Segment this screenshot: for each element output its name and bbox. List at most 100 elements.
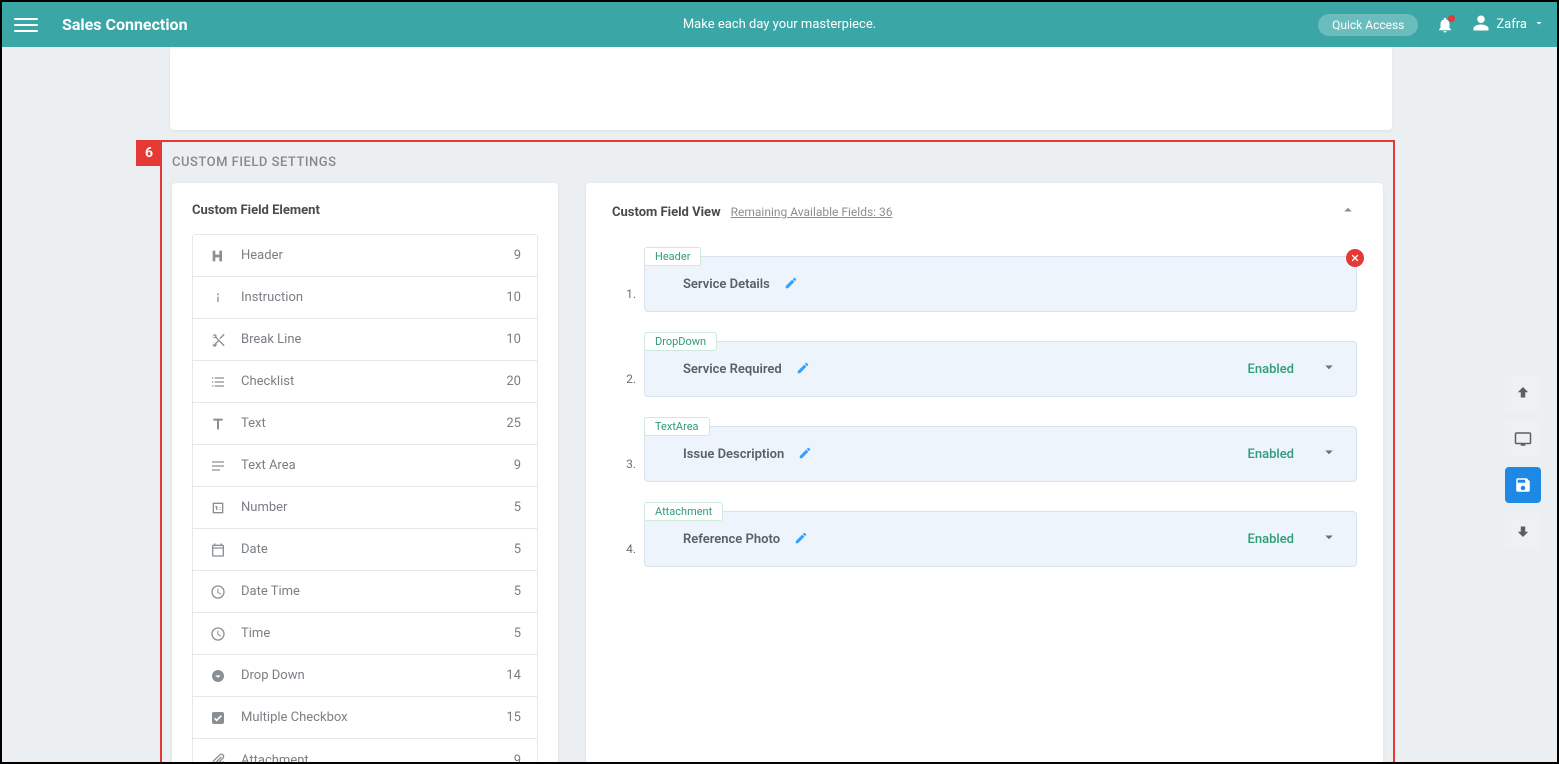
field-body[interactable]: Service Details — [644, 256, 1357, 312]
custom-field-view-title: Custom Field View — [612, 205, 721, 220]
element-count: 9 — [514, 458, 521, 473]
floating-toolbar — [1505, 375, 1541, 549]
element-label: Text Area — [241, 458, 296, 473]
field-block: Header 1. Service Details — [612, 245, 1357, 312]
step-badge: 6 — [136, 140, 162, 166]
element-count: 14 — [506, 668, 521, 683]
custom-field-element-card: Custom Field Element Header 9 Instruction 1… — [172, 183, 558, 762]
element-label: Time — [241, 626, 270, 641]
field-type-tag: Header — [644, 247, 701, 266]
custom-field-element-title: Custom Field Element — [192, 203, 538, 218]
user-menu[interactable]: Zafra — [1472, 14, 1545, 36]
element-count: 9 — [514, 753, 521, 763]
scissors-icon — [207, 332, 229, 348]
top-bar: Sales Connection Make each day your mast… — [2, 2, 1557, 47]
element-count: 5 — [514, 500, 521, 515]
element-row[interactable]: Break Line 10 — [193, 319, 537, 361]
chevron-down-icon[interactable] — [1320, 443, 1338, 465]
element-row[interactable]: Header 9 — [193, 235, 537, 277]
field-type-tag: DropDown — [644, 332, 717, 351]
header-icon — [207, 248, 229, 264]
element-row[interactable]: Date 5 — [193, 529, 537, 571]
element-count: 9 — [514, 248, 521, 263]
field-block: DropDown 2.Service RequiredEnabled — [612, 330, 1357, 397]
element-row[interactable]: Time 5 — [193, 613, 537, 655]
highlight-box: 6 CUSTOM FIELD SETTINGS Custom Field Ele… — [160, 140, 1395, 762]
element-row[interactable]: Multiple Checkbox15 — [193, 697, 537, 739]
element-row[interactable]: Checklist 20 — [193, 361, 537, 403]
element-row[interactable]: Text Area 9 — [193, 445, 537, 487]
upper-card — [170, 47, 1392, 130]
element-label: Checklist — [241, 374, 294, 389]
delete-icon[interactable] — [1346, 249, 1364, 267]
element-label: Date — [241, 542, 268, 557]
field-body[interactable]: Issue Description Enabled — [644, 426, 1357, 482]
element-count: 10 — [506, 332, 521, 347]
element-label: Instruction — [241, 290, 303, 305]
field-number: 4. — [612, 522, 636, 556]
field-name: Reference Photo — [683, 532, 780, 547]
attach-icon — [207, 752, 229, 762]
element-count: 5 — [514, 626, 521, 641]
field-number: 1. — [612, 267, 636, 301]
element-list: Header 9 Instruction 10 Break Line 10 Checklis… — [192, 234, 538, 762]
remaining-fields-link[interactable]: Remaining Available Fields: 36 — [731, 205, 893, 219]
clock-icon — [207, 584, 229, 600]
textarea-icon — [207, 458, 229, 474]
element-label: Header — [241, 248, 283, 263]
field-status: Enabled — [1248, 532, 1295, 547]
field-type-tag: TextArea — [644, 417, 710, 436]
pencil-icon[interactable] — [784, 275, 798, 294]
date-icon — [207, 542, 229, 558]
quick-access-button[interactable]: Quick Access — [1318, 14, 1418, 36]
move-down-button[interactable] — [1505, 513, 1541, 549]
chevron-down-icon — [1533, 17, 1545, 33]
field-body[interactable]: Service RequiredEnabled — [644, 341, 1357, 397]
field-status: Enabled — [1248, 447, 1295, 462]
element-label: Multiple Checkbox — [241, 710, 348, 725]
element-row[interactable]: Drop Down 14 — [193, 655, 537, 697]
move-up-button[interactable] — [1505, 375, 1541, 411]
pencil-icon[interactable] — [796, 360, 810, 379]
user-icon — [1472, 14, 1490, 36]
element-count: 5 — [514, 542, 521, 557]
field-name: Service Required — [683, 362, 782, 377]
save-button[interactable] — [1505, 467, 1541, 503]
checklist-icon — [207, 374, 229, 390]
element-count: 5 — [514, 584, 521, 599]
workspace: 6 CUSTOM FIELD SETTINGS Custom Field Ele… — [2, 47, 1557, 762]
field-number: 2. — [612, 352, 636, 386]
field-block: TextArea3.Issue DescriptionEnabled — [612, 415, 1357, 482]
element-row[interactable]: Text25 — [193, 403, 537, 445]
element-row[interactable]: Instruction 10 — [193, 277, 537, 319]
user-name: Zafra — [1496, 17, 1527, 32]
element-row[interactable]: Number 5 — [193, 487, 537, 529]
custom-field-view-card: Custom Field View Remaining Available Fi… — [586, 183, 1383, 762]
brand-title: Sales Connection — [62, 15, 188, 34]
element-count: 20 — [506, 374, 521, 389]
element-count: 25 — [506, 416, 521, 431]
info-icon — [207, 290, 229, 306]
preview-button[interactable] — [1505, 421, 1541, 457]
pencil-icon[interactable] — [794, 530, 808, 549]
field-name: Issue Description — [683, 447, 784, 462]
notification-bell-icon[interactable] — [1436, 16, 1454, 34]
field-body[interactable]: Reference Photo Enabled — [644, 511, 1357, 567]
element-label: Break Line — [241, 332, 301, 347]
element-label: Drop Down — [241, 668, 305, 683]
field-name: Service Details — [683, 277, 770, 292]
section-title: CUSTOM FIELD SETTINGS — [162, 142, 1393, 183]
element-row[interactable]: Date Time5 — [193, 571, 537, 613]
chevron-down-icon[interactable] — [1320, 528, 1338, 550]
text-icon — [207, 416, 229, 432]
pencil-icon[interactable] — [798, 445, 812, 464]
chevron-down-icon[interactable] — [1320, 358, 1338, 380]
element-label: Number — [241, 500, 287, 515]
element-row[interactable]: Attachment9 — [193, 739, 537, 762]
notification-dot-icon — [1448, 15, 1455, 22]
menu-icon[interactable] — [14, 13, 38, 37]
field-block: Attachment4.Reference PhotoEnabled — [612, 500, 1357, 567]
element-count: 10 — [506, 290, 521, 305]
collapse-icon[interactable] — [1339, 201, 1357, 223]
clock-icon — [207, 626, 229, 642]
